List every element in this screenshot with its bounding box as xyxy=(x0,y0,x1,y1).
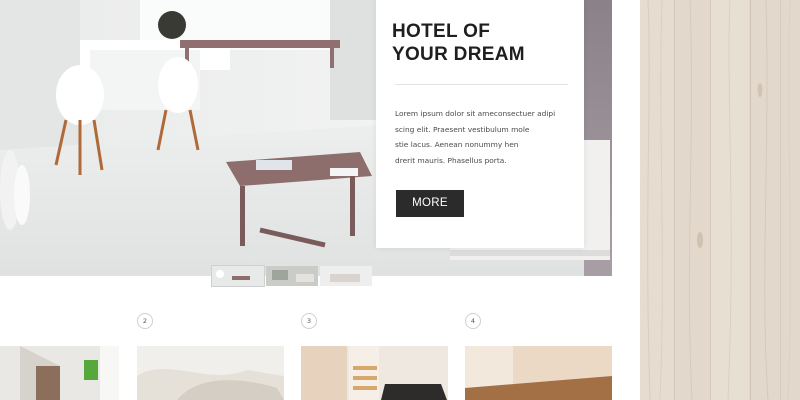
hero-title: HOTEL OF YOUR DREAM xyxy=(392,20,572,66)
wood-texture-background xyxy=(640,0,800,400)
room-tile-2[interactable] xyxy=(137,346,284,400)
slider-thumbnail-1[interactable] xyxy=(211,265,265,287)
hero-title-line-1: HOTEL OF xyxy=(392,21,491,42)
room-number-badge-4: 4 xyxy=(465,313,481,329)
room-tile-4[interactable] xyxy=(465,346,612,400)
hero-title-line-2: YOUR DREAM xyxy=(392,44,525,65)
hero-caption-card: HOTEL OF YOUR DREAM Lorem ipsum dolor si… xyxy=(376,0,584,248)
main-content: HOTEL OF YOUR DREAM Lorem ipsum dolor si… xyxy=(0,0,612,400)
slider-thumbnail-3[interactable] xyxy=(320,266,372,286)
hero-description-line-3: stie lacus. Aenean nonummy hen xyxy=(395,140,519,149)
hero-description-line-2: scing elit. Praesent vestibulum mole xyxy=(395,124,530,134)
room-number-badge-2: 2 xyxy=(137,313,153,329)
corridor-photo xyxy=(0,346,119,400)
slider-thumbnail-2[interactable] xyxy=(266,266,318,286)
stairs-photo xyxy=(301,346,448,400)
room-number-badge-3: 3 xyxy=(301,313,317,329)
room-tile-1[interactable] xyxy=(0,346,119,400)
hero-description-line-4: drerit mauris. Phasellus porta. xyxy=(395,155,507,165)
room-photo xyxy=(465,346,612,400)
more-button[interactable]: MORE xyxy=(396,190,464,217)
slider-thumbnails xyxy=(211,265,372,287)
hero-description-line-1: Lorem ipsum dolor sit ameconsectuer adip… xyxy=(395,109,556,118)
lounge-chair-photo xyxy=(137,346,284,400)
hero-slider: HOTEL OF YOUR DREAM Lorem ipsum dolor si… xyxy=(0,0,612,276)
room-tile-3[interactable] xyxy=(301,346,448,400)
title-divider xyxy=(395,84,568,85)
hero-description: Lorem ipsum dolor sit ameconsectuer adip… xyxy=(395,106,575,168)
